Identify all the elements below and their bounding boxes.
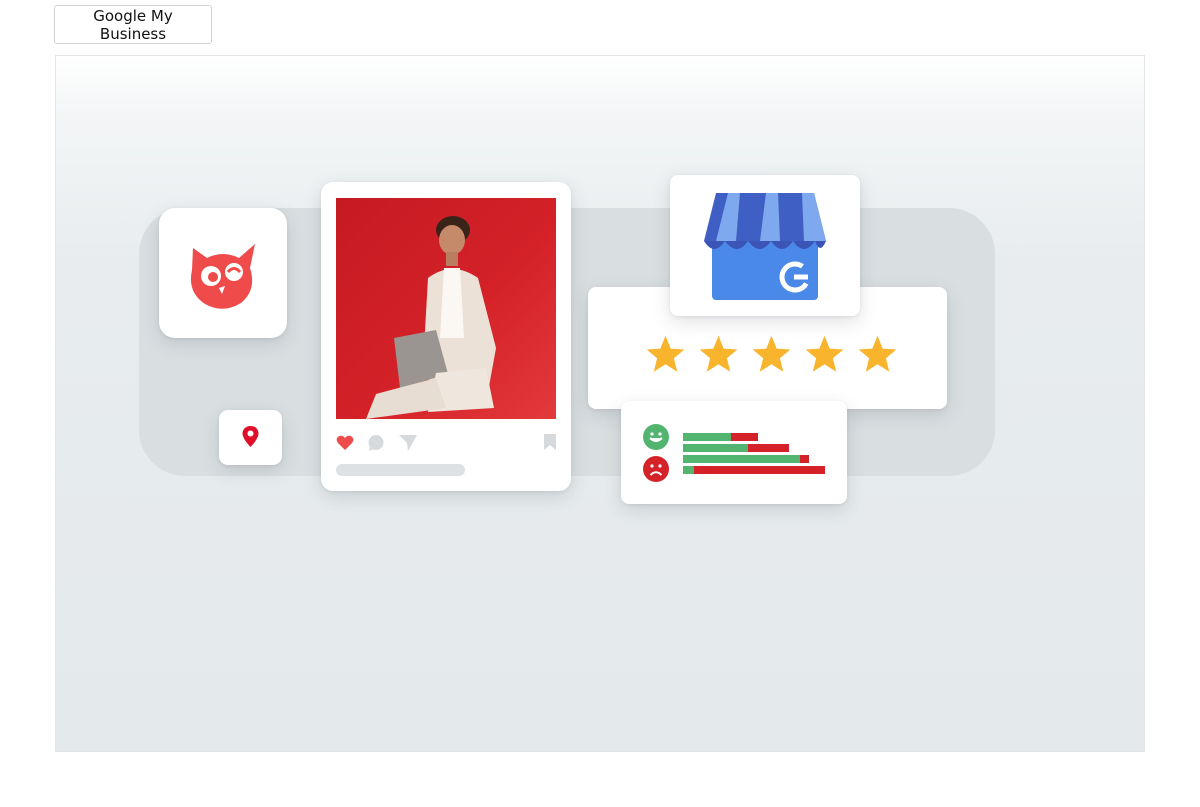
- comment-icon[interactable]: [366, 433, 386, 453]
- sentiment-bar: [683, 444, 789, 452]
- star-icon: [858, 335, 897, 372]
- positive-segment: [683, 455, 801, 463]
- google-my-business-store-icon: [704, 193, 826, 300]
- negative-segment: [694, 466, 825, 474]
- positive-segment: [683, 433, 731, 441]
- star-icon: [646, 335, 685, 372]
- smile-face-icon: [643, 424, 669, 450]
- google-business-card: [670, 175, 860, 316]
- bookmark-icon[interactable]: [542, 433, 558, 451]
- sentiment-bar: [683, 455, 809, 463]
- sentiment-bar: [683, 466, 825, 474]
- frown-face-icon: [643, 456, 669, 482]
- rating-stars: [644, 334, 899, 375]
- negative-segment: [747, 444, 789, 452]
- owl-logo-icon: [190, 244, 255, 309]
- negative-segment: [731, 433, 758, 441]
- caption-placeholder: [336, 464, 465, 476]
- location-pin-icon: [242, 426, 259, 447]
- positive-segment: [683, 466, 695, 474]
- sentiment-card: [621, 401, 847, 504]
- star-icon: [752, 335, 791, 372]
- post-actions: [335, 433, 559, 453]
- send-icon[interactable]: [398, 433, 418, 453]
- negative-segment: [800, 455, 809, 463]
- post-photo: [336, 198, 556, 419]
- star-icon: [699, 335, 738, 372]
- illustration-panel: [55, 55, 1145, 752]
- heart-icon[interactable]: [335, 433, 355, 453]
- owl-app-card: [159, 208, 287, 338]
- positive-segment: [683, 444, 748, 452]
- google-my-business-tab[interactable]: Google My Business: [54, 5, 212, 44]
- sentiment-bar: [683, 433, 758, 441]
- social-post-card: [321, 182, 571, 491]
- star-icon: [805, 335, 844, 372]
- location-card: [219, 410, 282, 465]
